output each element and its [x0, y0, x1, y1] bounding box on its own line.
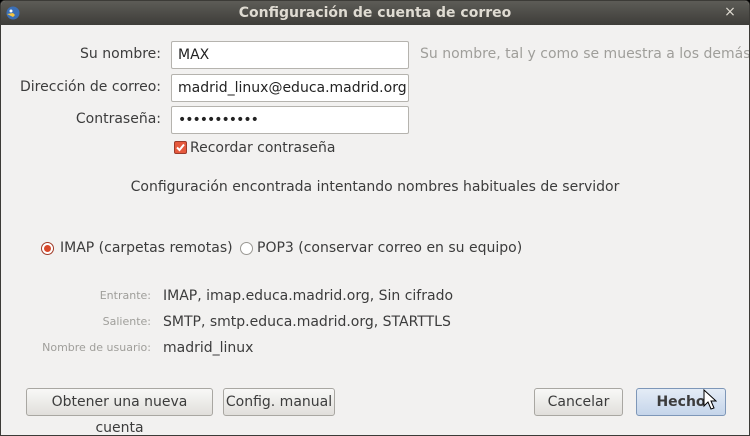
status-message: Configuración encontrada intentando nomb…: [130, 179, 620, 195]
name-input[interactable]: MAX: [171, 41, 409, 69]
close-icon[interactable]: ×: [721, 4, 739, 22]
username-label: Nombre de usuario:: [42, 341, 151, 354]
outgoing-value: SMTP, smtp.educa.madrid.org, STARTTLS: [163, 314, 451, 330]
remember-password-label[interactable]: Recordar contraseña: [190, 138, 335, 158]
remember-password-checkbox[interactable]: [174, 141, 187, 154]
password-label: Contraseña:: [75, 111, 161, 127]
email-input[interactable]: madrid_linux@educa.madrid.org: [171, 74, 409, 102]
checkmark-icon: [176, 143, 185, 152]
incoming-value: IMAP, imap.educa.madrid.org, Sin cifrado: [163, 288, 454, 304]
manual-config-button[interactable]: Config. manual: [223, 388, 335, 416]
imap-radio-label[interactable]: IMAP (carpetas remotas): [60, 238, 233, 258]
name-hint: Su nombre, tal y como se muestra a los d…: [420, 46, 750, 62]
password-input[interactable]: •••••••••••: [171, 106, 409, 134]
pop3-radio-label[interactable]: POP3 (conservar correo en su equipo): [257, 238, 522, 258]
pop3-radio[interactable]: [240, 242, 253, 255]
title-bar[interactable]: Configuración de cuenta de correo ×: [1, 1, 749, 25]
account-setup-dialog: Configuración de cuenta de correo × Su n…: [0, 0, 750, 436]
outgoing-label: Saliente:: [102, 315, 151, 328]
username-value: madrid_linux: [163, 340, 254, 356]
new-account-button[interactable]: Obtener una nueva cuenta: [26, 388, 213, 435]
name-label: Su nombre:: [80, 46, 161, 62]
incoming-label: Entrante:: [99, 289, 151, 302]
cancel-button[interactable]: Cancelar: [534, 388, 623, 416]
window-title: Configuración de cuenta de correo: [238, 5, 512, 21]
mouse-pointer-icon: [703, 389, 717, 410]
imap-radio[interactable]: [41, 242, 54, 255]
email-label: Dirección de correo:: [20, 79, 161, 95]
